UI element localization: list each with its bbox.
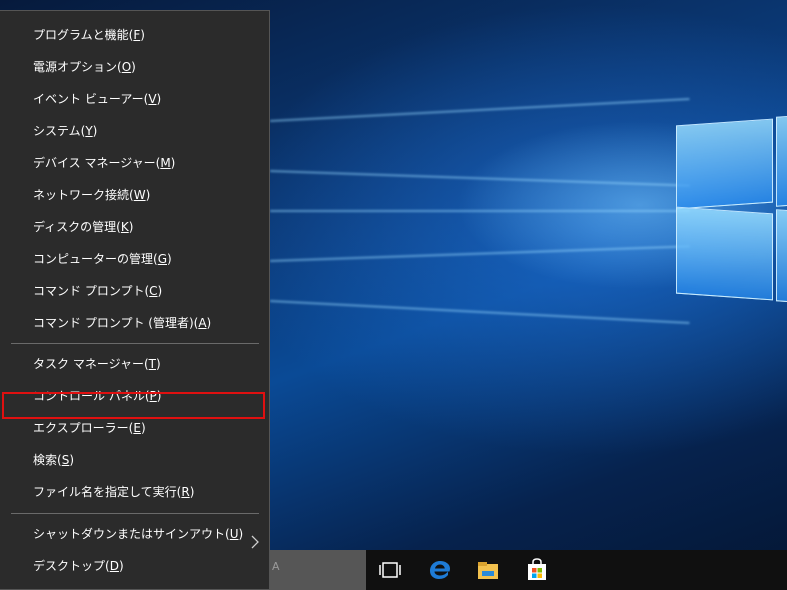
control-panel-highlight-box	[2, 392, 265, 419]
menu-item-command-prompt[interactable]: コマンド プロンプト(C)	[0, 276, 268, 306]
light-beam	[269, 170, 690, 187]
task-view-icon[interactable]	[368, 550, 412, 590]
menu-item-task-manager[interactable]: タスク マネージャー(T)	[0, 349, 268, 379]
menu-separator	[11, 513, 259, 514]
menu-item-network-connections[interactable]: ネットワーク接続(W)	[0, 180, 268, 210]
menu-item-run[interactable]: ファイル名を指定して実行(R)	[0, 477, 268, 507]
menu-item-desktop[interactable]: デスクトップ(D)	[0, 551, 268, 581]
submenu-arrow-icon	[251, 535, 259, 549]
windows-logo-light	[668, 100, 787, 303]
menu-item-system[interactable]: システム(Y)	[0, 116, 268, 146]
menu-item-event-viewer[interactable]: イベント ビューアー(V)	[0, 84, 268, 114]
light-beam	[269, 98, 690, 122]
menu-separator	[11, 343, 259, 344]
search-box[interactable]: A	[270, 550, 366, 590]
store-icon[interactable]	[515, 550, 559, 590]
menu-item-shutdown-signout[interactable]: シャットダウンまたはサインアウト(U)	[0, 519, 268, 549]
menu-item-device-manager[interactable]: デバイス マネージャー(M)	[0, 148, 268, 178]
menu-item-command-prompt-admin[interactable]: コマンド プロンプト (管理者)(A)	[0, 308, 268, 338]
menu-item-search[interactable]: 検索(S)	[0, 445, 268, 475]
file-explorer-icon[interactable]	[466, 550, 510, 590]
light-beam	[269, 300, 690, 324]
menu-item-computer-management[interactable]: コンピューターの管理(G)	[0, 244, 268, 274]
menu-item-programs-features[interactable]: プログラムと機能(F)	[0, 20, 268, 50]
winx-context-menu: プログラムと機能(F) 電源オプション(O) イベント ビューアー(V) システ…	[0, 10, 270, 590]
menu-item-power-options[interactable]: 電源オプション(O)	[0, 52, 268, 82]
search-text: A	[272, 560, 280, 573]
light-beam	[269, 245, 690, 262]
menu-item-disk-management[interactable]: ディスクの管理(K)	[0, 212, 268, 242]
light-beam	[270, 210, 690, 212]
edge-browser-icon[interactable]	[418, 550, 462, 590]
